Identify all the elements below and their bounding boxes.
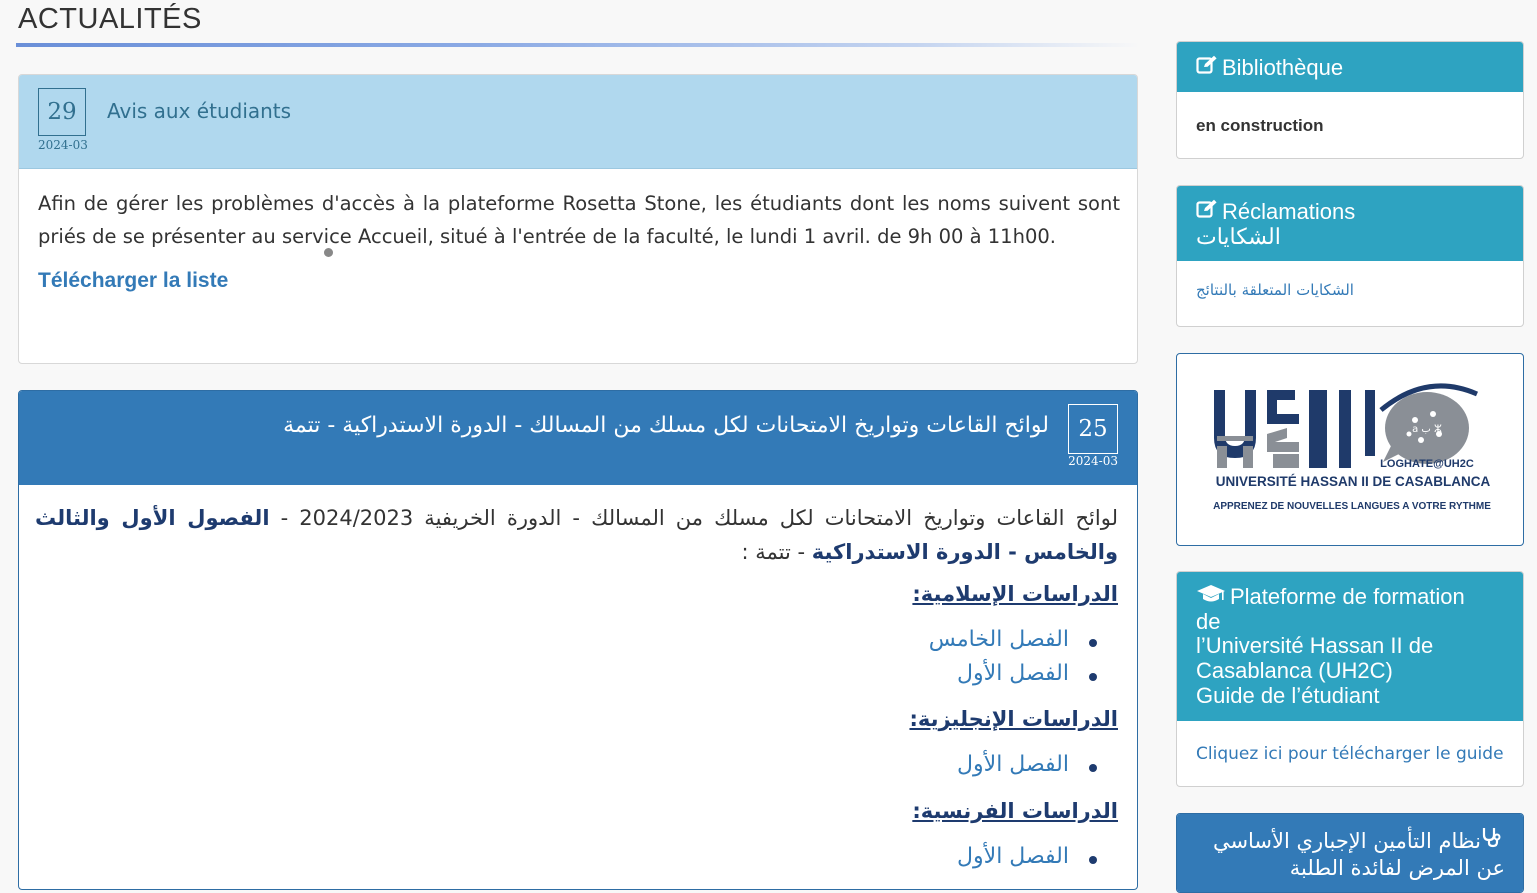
- panel-title-line[interactable]: de: [1196, 609, 1220, 634]
- panel-title-line[interactable]: Plateforme de formation: [1230, 584, 1465, 609]
- loghate-logo: a ب ⵣ LOGHATE@UH2C UNIVERSITÉ HASSAN II …: [1213, 383, 1491, 512]
- graduation-cap-icon: [1196, 584, 1226, 610]
- panel-title-line[interactable]: Casablanca (UH2C): [1196, 658, 1393, 683]
- panel-title-arabic[interactable]: الشكايات: [1196, 224, 1281, 249]
- section-heading: الدراسات الإسلامية:: [912, 582, 1118, 606]
- panel-title[interactable]: Réclamations: [1222, 199, 1355, 224]
- guide-download-link[interactable]: Cliquez ici pour télécharger le guide: [1177, 721, 1523, 764]
- panel-text: en construction: [1196, 116, 1324, 135]
- news-item: 29 2024-03 Avis aux étudiants Afin de gé…: [18, 74, 1138, 364]
- list-item-link[interactable]: الفصل الأول: [957, 752, 1069, 777]
- edit-icon: [1196, 199, 1218, 224]
- logo-brand: LOGHATE@UH2C: [1380, 458, 1474, 470]
- title-underline: [16, 43, 1140, 47]
- panel-title-line[interactable]: l’Université Hassan II de: [1196, 633, 1433, 659]
- logo-tagline: APPRENEZ DE NOUVELLES LANGUES A VOTRE RY…: [1213, 501, 1491, 512]
- bullet-icon: [1089, 764, 1097, 772]
- section-heading: الدراسات الإنجليزية:: [909, 707, 1118, 731]
- news-intro: لوائح القاعات وتواريخ الامتحانات لكل مسل…: [269, 506, 1118, 530]
- section-heading: الدراسات الفرنسية:: [912, 799, 1118, 823]
- sidebar-panel-plateforme: Plateforme de formation de l’Université …: [1176, 571, 1524, 787]
- page-title: ACTUALITÉS: [18, 3, 202, 35]
- sidebar-panel-assurance: نظام التأمين الإجباري الأساسي عن المرض ل…: [1176, 813, 1524, 893]
- panel-header: Plateforme de formation de l’Université …: [1177, 572, 1523, 721]
- news-header: 29 2024-03 Avis aux étudiants: [19, 75, 1137, 169]
- panel-title[interactable]: نظام التأمين الإجباري الأساسي عن المرض ل…: [1213, 829, 1505, 880]
- news-body: لوائح القاعات وتواريخ الامتحانات لكل مسل…: [35, 501, 1118, 569]
- list-item-link[interactable]: الفصل الأول: [957, 661, 1069, 686]
- news-title[interactable]: لوائح القاعات وتواريخ الامتحانات لكل مسل…: [283, 413, 1049, 438]
- news-item: 25 2024-03 لوائح القاعات وتواريخ الامتحا…: [18, 390, 1138, 890]
- news-header: 25 2024-03 لوائح القاعات وتواريخ الامتحا…: [19, 391, 1137, 485]
- list-item-link[interactable]: الفصل الخامس: [929, 627, 1069, 652]
- list-item-link[interactable]: الفصل الأول: [957, 844, 1069, 869]
- sidebar-panel-bibliotheque: Bibliothèque en construction: [1176, 41, 1524, 159]
- mouse-cursor: [324, 248, 333, 257]
- loghate-banner[interactable]: a ب ⵣ LOGHATE@UH2C UNIVERSITÉ HASSAN II …: [1176, 353, 1524, 546]
- bubble-chars: a ب ⵣ: [1412, 424, 1442, 435]
- date-day: 29: [38, 88, 86, 136]
- panel-title[interactable]: Bibliothèque: [1222, 55, 1343, 80]
- panel-title-line[interactable]: Guide de l’étudiant: [1196, 683, 1379, 708]
- stethoscope-icon: [1481, 826, 1501, 855]
- news-body: Afin de gérer les problèmes d'accès à la…: [38, 192, 1120, 248]
- panel-header: Réclamations الشكايات: [1177, 186, 1523, 261]
- news-title[interactable]: Avis aux étudiants: [107, 99, 291, 123]
- date-year-month: 2024-03: [38, 138, 88, 152]
- complaints-link[interactable]: الشكايات المتعلقة بالنتائج: [1196, 281, 1504, 299]
- bullet-icon: [1089, 673, 1097, 681]
- download-list-link[interactable]: Télécharger la liste: [38, 269, 228, 293]
- panel-header: Bibliothèque: [1177, 42, 1523, 92]
- bullet-icon: [1089, 856, 1097, 864]
- date-day: 25: [1068, 404, 1118, 454]
- edit-icon: [1196, 55, 1218, 80]
- bullet-icon: [1089, 639, 1097, 647]
- news-intro-end: - تتمة :: [741, 540, 812, 564]
- sidebar-panel-reclamations: Réclamations الشكايات الشكايات المتعلقة …: [1176, 185, 1524, 327]
- date-year-month: 2024-03: [1068, 454, 1118, 468]
- logo-university: UNIVERSITÉ HASSAN II DE CASABLANCA: [1216, 474, 1491, 489]
- panel-header: نظام التأمين الإجباري الأساسي عن المرض ل…: [1177, 814, 1523, 892]
